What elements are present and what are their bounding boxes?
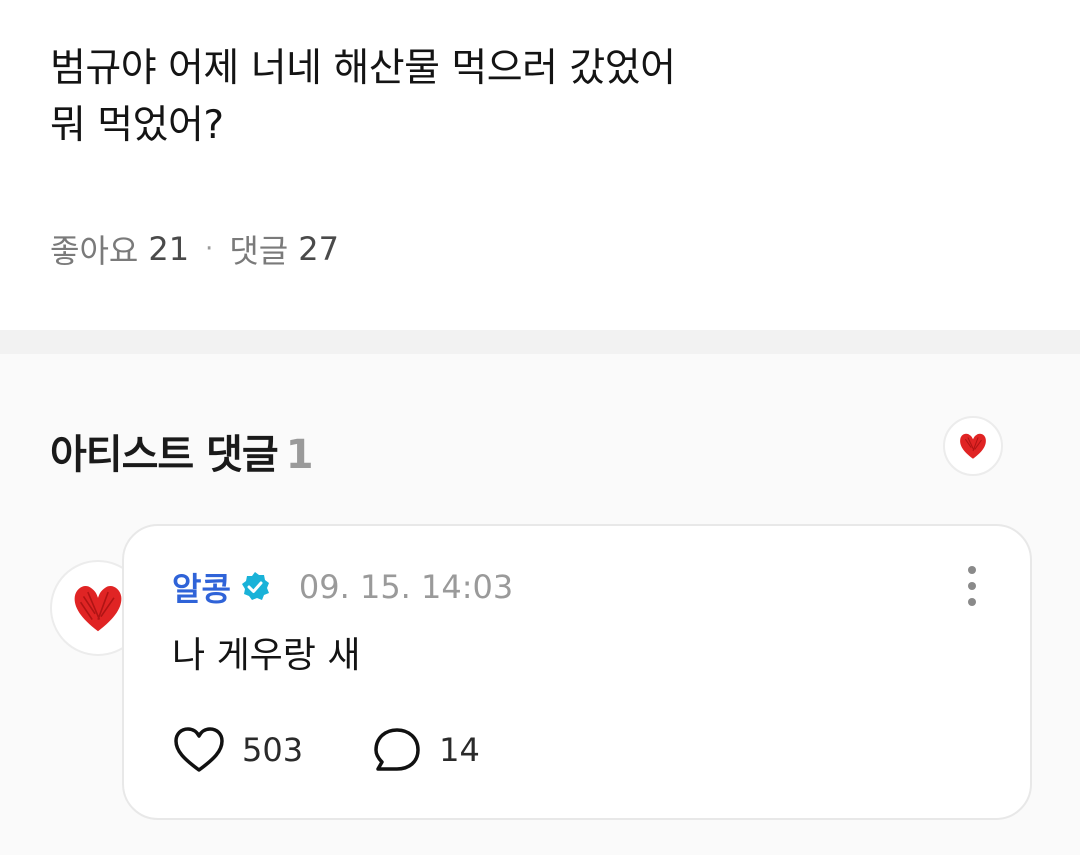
- like-button[interactable]: 503: [172, 726, 303, 774]
- section-count: 1: [285, 432, 314, 478]
- comment-card: 알콩 09. 15. 14:03 나 게우랑 새 503 14: [122, 524, 1032, 820]
- more-vertical-icon[interactable]: [962, 566, 982, 606]
- post-line-2: 뭐 먹었어?: [50, 103, 224, 148]
- like-count: 503: [242, 731, 304, 769]
- comment-actions: 503 14: [172, 726, 550, 774]
- comment-timestamp: 09. 15. 14:03: [298, 568, 514, 606]
- post: 범규야 어제 너네 해산물 먹으러 갔었어 뭐 먹었어? 좋아요 21 · 댓글…: [0, 0, 1080, 330]
- red-heart-icon: [960, 433, 986, 459]
- heart-outline-icon: [174, 727, 224, 772]
- kebab-dot: [968, 566, 976, 574]
- post-stats: 좋아요 21 · 댓글 27: [50, 226, 339, 272]
- post-body: 범규야 어제 너네 해산물 먹으러 갔었어 뭐 먹었어?: [50, 40, 950, 154]
- speech-bubble-icon: [374, 728, 420, 771]
- likes-label[interactable]: 좋아요: [50, 226, 138, 272]
- section-divider: [0, 330, 1080, 354]
- artist-comments-section: 아티스트 댓글 1 알콩 09. 15. 14:03 나 게우랑 새 503 1…: [0, 354, 1080, 855]
- comments-count: 27: [298, 230, 339, 268]
- section-title: 아티스트 댓글 1: [50, 422, 314, 480]
- stats-separator: ·: [205, 234, 214, 264]
- artist-filter-button[interactable]: [943, 416, 1003, 476]
- comment-text: 나 게우랑 새: [172, 635, 361, 676]
- red-heart-icon: [74, 585, 122, 632]
- author-name[interactable]: 알콩: [172, 564, 231, 610]
- likes-count: 21: [148, 230, 190, 268]
- verified-badge-icon: [239, 571, 271, 603]
- section-title-label: 아티스트 댓글: [50, 432, 279, 478]
- kebab-dot: [968, 598, 976, 606]
- comments-label[interactable]: 댓글: [229, 226, 288, 272]
- reply-button[interactable]: 14: [373, 726, 480, 774]
- post-line-1: 범규야 어제 너네 해산물 먹으러 갔었어: [50, 46, 676, 91]
- kebab-dot: [968, 582, 976, 590]
- comment-header: 알콩 09. 15. 14:03: [172, 564, 513, 610]
- reply-count: 14: [439, 731, 480, 769]
